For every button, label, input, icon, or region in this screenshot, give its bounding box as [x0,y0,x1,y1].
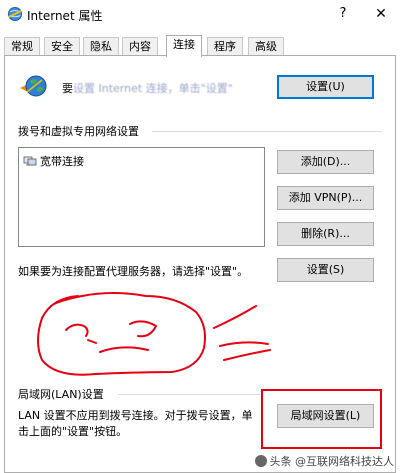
lan-group-label: 局域网(LAN)设置 [18,388,104,401]
lan-description: LAN 设置不应用到拨号连接。对于拨号设置，单击上面的"设置"按钮。 [18,409,253,438]
network-connection-icon [23,156,37,166]
setup-text-prefix: 要 [62,82,73,95]
remove-connection-button[interactable]: 删除(R)... [277,222,374,246]
close-button[interactable]: ✕ [370,4,392,24]
setup-button[interactable]: 设置(U) [277,75,374,99]
globe-icon [20,75,47,97]
watermark: 头条 @互联网络科技达人 [254,453,395,469]
help-button[interactable]: ? [332,4,354,24]
window-title: Internet 属性 [27,9,103,23]
connections-list[interactable]: 宽带连接 [18,147,265,247]
tab-connections[interactable]: 连接 [166,35,202,57]
connection-name: 宽带连接 [40,155,84,168]
setup-text-blurred: 设置 Internet 连接，单击"设置" [73,82,233,95]
list-item[interactable]: 宽带连接 [23,153,84,169]
tab-privacy[interactable]: 隐私 [83,37,119,56]
setup-instruction: 要设置 Internet 连接，单击"设置" [62,80,233,96]
tab-programs[interactable]: 程序 [207,37,243,56]
internet-options-icon [8,7,22,21]
tab-security[interactable]: 安全 [44,37,80,56]
watermark-text: 头条 @互联网络科技达人 [269,455,395,468]
tab-strip: 常规 安全 隐私 内容 连接 程序 高级 [4,35,396,57]
group-divider [152,131,382,132]
tab-general[interactable]: 常规 [4,37,40,56]
proxy-settings-button[interactable]: 设置(S) [277,258,374,282]
watermark-logo-icon [254,455,267,467]
title-bar: Internet 属性 ? ✕ [0,0,400,30]
tab-advanced[interactable]: 高级 [248,37,284,56]
annotation-highlight-box [261,389,382,449]
group-divider [118,394,260,395]
add-vpn-button[interactable]: 添加 VPN(P)... [277,186,374,210]
add-connection-button[interactable]: 添加(D)... [277,150,374,174]
proxy-instruction: 如果要为连接配置代理服务器，请选择"设置"。 [18,265,249,278]
dialup-group-label: 拨号和虚拟专用网络设置 [18,125,139,138]
tab-content[interactable]: 内容 [122,37,158,56]
